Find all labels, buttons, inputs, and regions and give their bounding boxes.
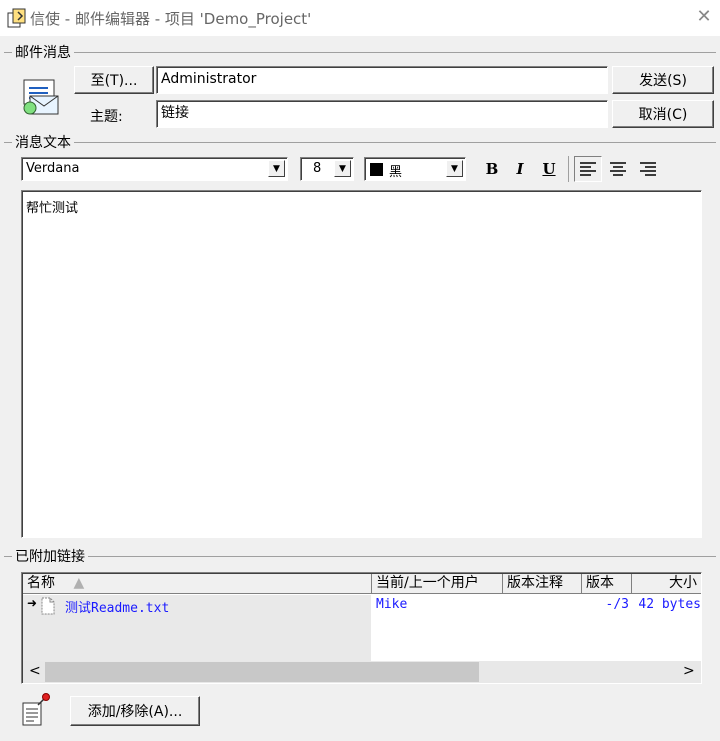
title-bar: 信使 - 邮件编辑器 - 项目 'Demo_Project' ✕ (0, 0, 720, 36)
underline-button[interactable]: U (538, 158, 560, 180)
chevron-down-icon[interactable]: ▼ (268, 160, 285, 177)
column-size[interactable]: 大小 (632, 574, 701, 594)
sort-ascending-icon: ▲ (73, 575, 85, 591)
mail-envelope-icon (23, 79, 59, 115)
align-right-icon[interactable] (636, 157, 662, 181)
row-name: 测试Readme.txt (65, 601, 170, 616)
column-user[interactable]: 当前/上一个用户 (372, 574, 503, 594)
arrow-right-icon: ➜ (27, 596, 38, 610)
column-version[interactable]: 版本 (582, 574, 632, 594)
cancel-button[interactable]: 取消(C) (612, 100, 714, 128)
align-left-icon (580, 162, 596, 176)
font-size-select[interactable]: 8 ▼ (300, 157, 354, 181)
table-row[interactable]: ➜ 测试Readme.txt Mike -/3 42 bytes (23, 595, 701, 616)
color-value: 黑 (389, 165, 403, 180)
row-size: 42 bytes (638, 597, 701, 612)
close-icon[interactable]: ✕ (692, 6, 716, 27)
pin-note-icon (22, 693, 50, 726)
color-select[interactable]: 黑 ▼ (364, 157, 466, 181)
align-left-button[interactable] (574, 156, 602, 182)
align-center-icon[interactable] (606, 157, 632, 181)
chevron-down-icon[interactable]: ▼ (334, 160, 351, 177)
toolbar-separator (568, 156, 569, 182)
links-list[interactable]: 名称 ▲ 当前/上一个用户 版本注释 版本 大小 ➜ 测试Readme.txt … (21, 572, 702, 684)
horizontal-scrollbar[interactable]: < > (23, 661, 701, 683)
scroll-right-icon[interactable]: > (683, 663, 695, 679)
subject-field[interactable]: 链接 (156, 100, 608, 128)
scrollbar-thumb[interactable] (45, 662, 479, 682)
font-value: Verdana (26, 161, 80, 176)
text-group-line (4, 142, 716, 143)
color-swatch (370, 163, 383, 176)
message-body[interactable]: 帮忙测试 (21, 190, 702, 538)
message-group-line (4, 52, 716, 53)
to-button[interactable]: 至(T)... (74, 66, 154, 94)
font-size-value: 8 (313, 161, 322, 176)
column-note[interactable]: 版本注释 (503, 574, 582, 594)
links-group-label: 已附加链接 (12, 546, 88, 566)
column-name[interactable]: 名称 ▲ (23, 574, 372, 594)
chevron-down-icon[interactable]: ▼ (446, 160, 463, 177)
italic-button[interactable]: I (509, 158, 531, 180)
column-name-label: 名称 (27, 575, 55, 591)
app-icon (7, 8, 26, 28)
text-group-label: 消息文本 (12, 132, 74, 152)
row-user: Mike (376, 597, 408, 612)
window-title: 信使 - 邮件编辑器 - 项目 'Demo_Project' (30, 10, 312, 28)
links-group-line (4, 556, 716, 557)
message-group-label: 邮件消息 (12, 42, 74, 62)
row-version: -/3 (605, 597, 629, 612)
font-select[interactable]: Verdana ▼ (21, 157, 288, 181)
send-button[interactable]: 发送(S) (612, 66, 714, 94)
to-field[interactable]: Administrator (156, 66, 608, 94)
bold-button[interactable]: B (481, 158, 503, 180)
subject-label: 主题: (90, 109, 123, 125)
add-remove-button[interactable]: 添加/移除(A)... (70, 696, 200, 726)
scroll-left-icon[interactable]: < (29, 663, 41, 679)
file-icon (41, 597, 55, 615)
